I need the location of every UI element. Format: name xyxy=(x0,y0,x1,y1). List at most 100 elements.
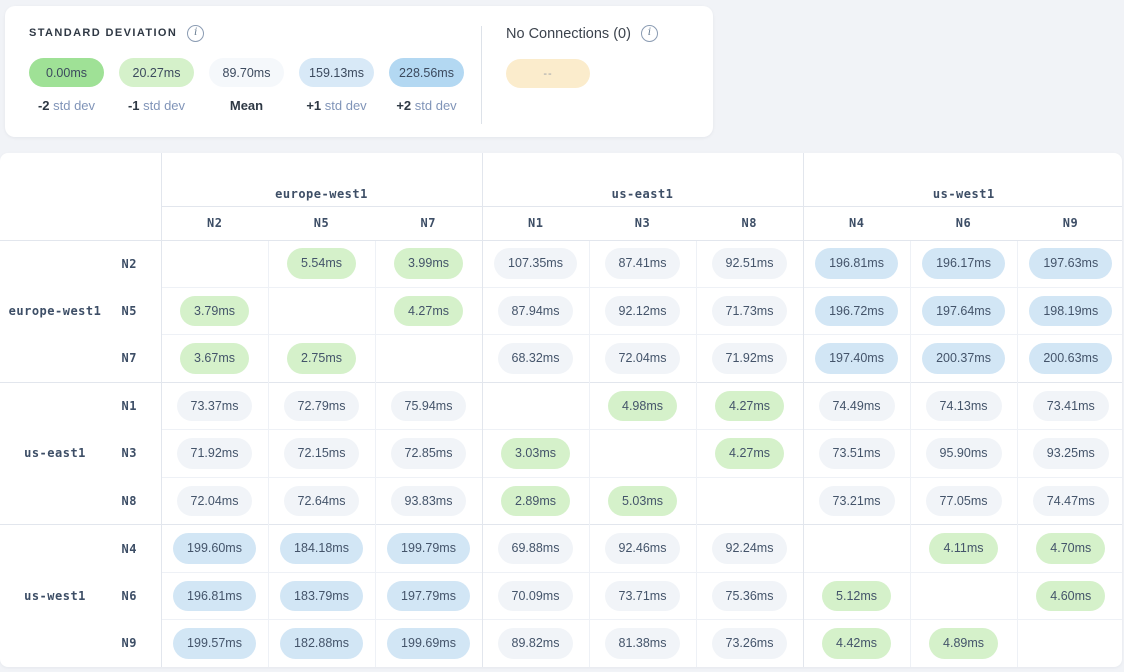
latency-pill[interactable]: 87.94ms xyxy=(498,296,574,327)
latency-pill[interactable]: 3.99ms xyxy=(394,248,463,279)
latency-pill[interactable]: 200.63ms xyxy=(1029,343,1112,374)
latency-pill[interactable]: 73.71ms xyxy=(605,581,681,612)
no-connections-pill: -- xyxy=(506,59,590,88)
latency-pill[interactable]: 95.90ms xyxy=(926,438,1002,469)
latency-pill[interactable]: 197.63ms xyxy=(1029,248,1112,279)
latency-pill[interactable]: 199.57ms xyxy=(173,628,256,659)
latency-pill[interactable]: 89.82ms xyxy=(498,628,574,659)
latency-pill[interactable]: 68.32ms xyxy=(498,343,574,374)
latency-pill[interactable]: 200.37ms xyxy=(922,343,1005,374)
latency-pill[interactable]: 72.04ms xyxy=(177,486,253,517)
no-connections-info-icon[interactable]: i xyxy=(641,25,658,42)
latency-cell: 87.94ms xyxy=(482,287,589,334)
latency-pill[interactable]: 73.51ms xyxy=(819,438,895,469)
latency-pill[interactable]: 107.35ms xyxy=(494,248,577,279)
latency-pill[interactable]: 73.41ms xyxy=(1033,391,1109,422)
latency-pill[interactable]: 4.42ms xyxy=(822,628,891,659)
latency-pill[interactable]: 70.09ms xyxy=(498,581,574,612)
latency-pill[interactable]: 4.70ms xyxy=(1036,533,1105,564)
latency-cell: 196.81ms xyxy=(161,572,268,619)
latency-pill[interactable]: 92.24ms xyxy=(712,533,788,564)
latency-cell: 4.70ms xyxy=(1017,525,1122,572)
latency-pill[interactable]: 199.79ms xyxy=(387,533,470,564)
latency-pill[interactable]: 197.64ms xyxy=(922,296,1005,327)
latency-pill[interactable]: 5.12ms xyxy=(822,581,891,612)
latency-pill[interactable]: 71.92ms xyxy=(712,343,788,374)
latency-pill[interactable]: 4.27ms xyxy=(715,438,784,469)
latency-pill[interactable]: 5.54ms xyxy=(287,248,356,279)
latency-pill[interactable]: 87.41ms xyxy=(605,248,681,279)
legend-scale-item: 20.27ms -1 std dev xyxy=(119,58,194,113)
latency-pill[interactable]: 72.04ms xyxy=(605,343,681,374)
latency-pill[interactable]: 197.79ms xyxy=(387,581,470,612)
row-node-label: N1 xyxy=(110,382,161,429)
latency-pill[interactable]: 2.75ms xyxy=(287,343,356,374)
latency-pill[interactable]: 75.94ms xyxy=(391,391,467,422)
legend-scale-item: 0.00ms -2 std dev xyxy=(29,58,104,113)
latency-pill[interactable]: 182.88ms xyxy=(280,628,363,659)
latency-pill[interactable]: 4.98ms xyxy=(608,391,677,422)
latency-cell xyxy=(161,240,268,287)
legend-scale-label: -1 std dev xyxy=(119,98,194,113)
legend-scale-item: 89.70ms Mean xyxy=(209,58,284,113)
latency-pill[interactable]: 5.03ms xyxy=(608,486,677,517)
latency-pill[interactable]: 3.79ms xyxy=(180,296,249,327)
latency-pill[interactable]: 196.81ms xyxy=(173,581,256,612)
latency-pill[interactable]: 196.72ms xyxy=(815,296,898,327)
latency-pill[interactable]: 73.37ms xyxy=(177,391,253,422)
latency-pill[interactable]: 3.67ms xyxy=(180,343,249,374)
latency-pill[interactable]: 183.79ms xyxy=(280,581,363,612)
latency-pill[interactable]: 81.38ms xyxy=(605,628,681,659)
std-dev-info-icon[interactable]: i xyxy=(187,25,204,42)
latency-cell: 3.79ms xyxy=(161,287,268,334)
latency-pill[interactable]: 77.05ms xyxy=(926,486,1002,517)
latency-cell: 73.41ms xyxy=(1017,382,1122,429)
latency-pill[interactable]: 93.25ms xyxy=(1033,438,1109,469)
latency-pill[interactable]: 92.51ms xyxy=(712,248,788,279)
latency-pill[interactable]: 71.73ms xyxy=(712,296,788,327)
latency-cell: 196.72ms xyxy=(803,287,910,334)
latency-pill[interactable]: 72.79ms xyxy=(284,391,360,422)
latency-pill[interactable]: 4.11ms xyxy=(929,533,997,564)
latency-pill[interactable]: 72.64ms xyxy=(284,486,360,517)
latency-cell: 198.19ms xyxy=(1017,287,1122,334)
latency-pill[interactable]: 196.81ms xyxy=(815,248,898,279)
latency-cell: 73.71ms xyxy=(589,572,696,619)
latency-pill[interactable]: 71.92ms xyxy=(177,438,253,469)
latency-cell xyxy=(1017,620,1122,668)
col-node-header: N2 xyxy=(161,206,268,240)
latency-pill[interactable]: 3.03ms xyxy=(501,438,570,469)
latency-cell: 2.75ms xyxy=(268,335,375,382)
latency-cell: 3.99ms xyxy=(375,240,482,287)
latency-pill[interactable]: 4.27ms xyxy=(715,391,784,422)
latency-pill[interactable]: 69.88ms xyxy=(498,533,574,564)
latency-pill[interactable]: 73.26ms xyxy=(712,628,788,659)
latency-pill[interactable]: 4.27ms xyxy=(394,296,463,327)
latency-pill[interactable]: 74.49ms xyxy=(819,391,895,422)
latency-pill[interactable]: 197.40ms xyxy=(815,343,898,374)
latency-pill[interactable]: 75.36ms xyxy=(712,581,788,612)
latency-pill[interactable]: 196.17ms xyxy=(922,248,1005,279)
latency-pill[interactable]: 93.83ms xyxy=(391,486,467,517)
latency-pill[interactable]: 72.15ms xyxy=(284,438,360,469)
latency-pill[interactable]: 184.18ms xyxy=(280,533,363,564)
latency-pill[interactable]: 198.19ms xyxy=(1029,296,1112,327)
latency-pill[interactable]: 74.13ms xyxy=(926,391,1002,422)
latency-cell: 72.15ms xyxy=(268,430,375,477)
latency-pill[interactable]: 199.60ms xyxy=(173,533,256,564)
latency-cell: 75.36ms xyxy=(696,572,803,619)
latency-pill[interactable]: 199.69ms xyxy=(387,628,470,659)
legend-scale: 0.00ms -2 std dev 20.27ms -1 std dev 89.… xyxy=(29,58,481,113)
latency-cell: 74.49ms xyxy=(803,382,910,429)
latency-pill[interactable]: 92.46ms xyxy=(605,533,681,564)
latency-pill[interactable]: 4.60ms xyxy=(1036,581,1105,612)
latency-pill[interactable]: 73.21ms xyxy=(819,486,895,517)
latency-pill[interactable]: 92.12ms xyxy=(605,296,681,327)
latency-pill[interactable]: 72.85ms xyxy=(391,438,467,469)
latency-pill[interactable]: 74.47ms xyxy=(1033,486,1109,517)
latency-cell: 69.88ms xyxy=(482,525,589,572)
latency-cell: 92.12ms xyxy=(589,287,696,334)
legend-scale-pill: 20.27ms xyxy=(119,58,194,87)
latency-pill[interactable]: 2.89ms xyxy=(501,486,570,517)
latency-pill[interactable]: 4.89ms xyxy=(929,628,998,659)
